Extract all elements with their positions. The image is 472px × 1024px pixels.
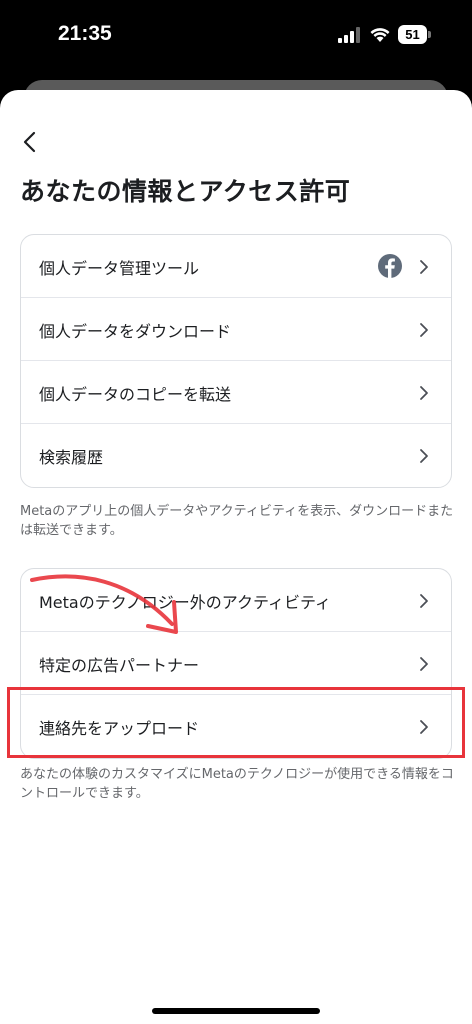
status-bar: 21:35 51 — [0, 0, 472, 80]
chevron-right-icon — [420, 323, 428, 337]
permissions-sheet: あなたの情報とアクセス許可 個人データ管理ツール 個人データをダウンロード 個人… — [0, 90, 472, 1024]
annotation-highlight-box — [7, 687, 465, 758]
battery-tip — [428, 31, 431, 38]
row-search-history[interactable]: 検索履歴 — [21, 424, 451, 487]
section2-caption: あなたの体験のカスタマイズにMetaのテクノロジーが使用できる情報をコントロール… — [20, 767, 454, 801]
row-personal-data-tool[interactable]: 個人データ管理ツール — [21, 235, 451, 298]
battery-icon: 51 — [398, 25, 431, 44]
row-label: 個人データをダウンロード — [39, 322, 232, 341]
chevron-right-icon — [420, 594, 428, 608]
back-icon[interactable] — [18, 130, 42, 154]
row-download-data[interactable]: 個人データをダウンロード — [21, 298, 451, 361]
home-indicator — [152, 1008, 320, 1014]
row-transfer-copy[interactable]: 個人データのコピーを転送 — [21, 361, 451, 424]
chevron-right-icon — [420, 449, 428, 463]
facebook-icon — [378, 254, 402, 278]
wifi-icon — [370, 28, 390, 42]
row-label: 特定の広告パートナー — [39, 656, 200, 675]
chevron-right-icon — [420, 386, 428, 400]
section1-caption: Metaのアプリ上の個人データやアクティビティを表示、ダウンロードまたは転送でき… — [20, 504, 454, 538]
cellular-signal-icon — [338, 27, 360, 43]
page-title: あなたの情報とアクセス許可 — [20, 177, 351, 206]
row-label: 個人データのコピーを転送 — [39, 385, 232, 404]
status-time: 21:35 — [58, 22, 112, 45]
annotation-arrow — [30, 574, 178, 634]
row-label: 個人データ管理ツール — [39, 259, 200, 278]
chevron-right-icon — [420, 657, 428, 671]
battery-level: 51 — [398, 25, 427, 44]
chevron-right-icon — [420, 260, 428, 274]
row-label: 検索履歴 — [39, 448, 104, 467]
personal-data-card: 個人データ管理ツール 個人データをダウンロード 個人データのコピーを転送 検索履… — [20, 234, 452, 488]
